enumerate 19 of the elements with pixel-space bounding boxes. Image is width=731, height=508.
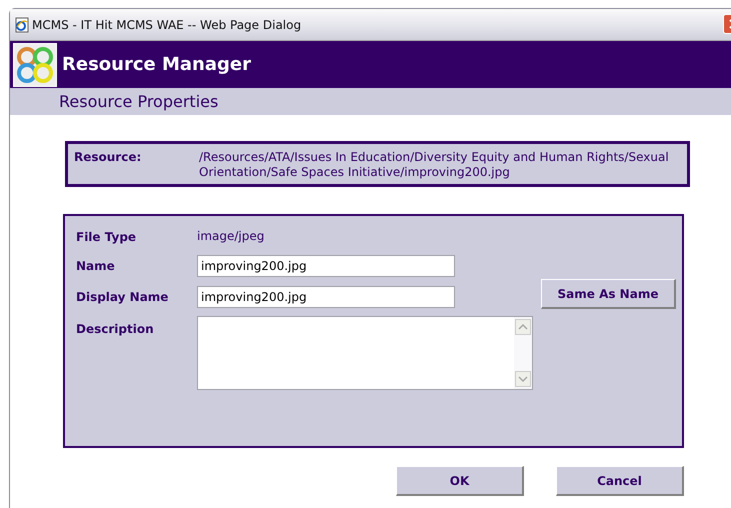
field-label: Description xyxy=(76,321,155,336)
page-subtitle: Resource Properties xyxy=(59,92,218,111)
cancel-button[interactable]: Cancel xyxy=(556,466,684,496)
field-label: File Type xyxy=(76,229,138,244)
ok-button[interactable]: OK xyxy=(396,466,524,496)
window-title: MCMS - IT Hit MCMS WAE -- Web Page Dialog xyxy=(32,18,302,32)
scroll-up-icon[interactable] xyxy=(515,319,531,335)
same-as-name-button[interactable]: Same As Name xyxy=(541,279,676,309)
browser-icon xyxy=(15,16,29,32)
scroll-down-icon[interactable] xyxy=(515,371,531,387)
display-name-input[interactable]: improving200.jpg xyxy=(197,286,455,308)
field-label: Name xyxy=(76,258,116,273)
file-type-value: image/jpeg xyxy=(197,229,264,243)
resource-path: /Resources/ATA/Issues In Education/Diversity Equity and Human Rights/Sexual Orientation/Safe Spaces Initiative/improving200.jpg xyxy=(199,150,669,180)
resource-label: Resource: xyxy=(74,150,142,166)
name-input[interactable]: improving200.jpg xyxy=(197,255,455,277)
field-label: Display Name xyxy=(76,289,170,304)
app-title: Resource Manager xyxy=(62,54,251,75)
description-field[interactable] xyxy=(197,316,533,390)
